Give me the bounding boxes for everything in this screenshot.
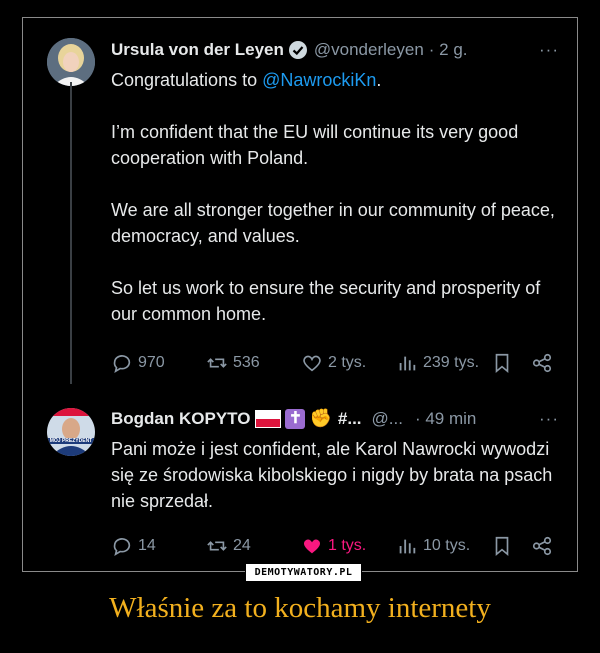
more-options-icon[interactable]: ··· <box>539 40 559 60</box>
tweet-paragraph: Congratulations to @NawrockiKn. <box>111 70 382 90</box>
like-count: 2 tys. <box>328 354 367 371</box>
like-button[interactable]: 2 tys. <box>301 352 366 374</box>
like-count: 1 tys. <box>328 537 367 554</box>
share-button[interactable] <box>531 352 553 374</box>
repost-button[interactable]: 536 <box>206 352 260 374</box>
bookmark-icon <box>495 536 509 557</box>
repost-button[interactable]: 24 <box>206 535 251 557</box>
author-handle[interactable]: @... <box>372 409 403 429</box>
tweet-paragraph: So let us work to ensure the security an… <box>111 278 541 324</box>
bookmark-button[interactable] <box>491 535 513 557</box>
heart-icon <box>303 355 321 372</box>
view-count: 239 tys. <box>423 354 480 371</box>
reply-icon <box>113 355 131 373</box>
watermark: DEMOTYWATORY.PL <box>245 563 362 582</box>
meme-frame: Ursula von der Leyen @vonderleyen · 2 g.… <box>22 17 578 572</box>
reply-count: 14 <box>138 537 156 554</box>
like-button[interactable]: 1 tys. <box>301 535 366 557</box>
view-count: 10 tys. <box>423 537 471 554</box>
tweet-paragraph: We are all stronger together in our comm… <box>111 200 555 246</box>
more-options-icon[interactable]: ··· <box>539 409 559 429</box>
repost-count: 536 <box>233 354 260 371</box>
tweet-text: Pani może i jest confident, ale Karol Na… <box>111 436 559 514</box>
thread-line <box>70 82 72 384</box>
views-icon <box>399 539 416 554</box>
tweet-paragraph: I’m confident that the EU will continue … <box>111 122 519 168</box>
avatar[interactable]: MÓJ PREZYDENT <box>47 408 95 456</box>
repost-icon <box>207 541 227 551</box>
tweet-paragraph: Pani może i jest confident, ale Karol Na… <box>111 439 553 511</box>
cross-icon: ✝ <box>285 408 306 429</box>
avatar[interactable] <box>47 38 95 86</box>
share-icon <box>532 353 552 373</box>
bookmark-icon <box>495 353 509 374</box>
mention-link[interactable]: @NawrockiKn <box>262 70 376 90</box>
tweet-header: Ursula von der Leyen @vonderleyen · 2 g.… <box>111 40 559 60</box>
reply-button[interactable]: 970 <box>111 352 165 374</box>
author-name[interactable]: Bogdan KOPYTO <box>111 409 250 429</box>
share-icon <box>532 536 552 556</box>
avatar-caption: MÓJ PREZYDENT <box>47 438 95 444</box>
views-button[interactable]: 239 tys. <box>396 352 479 374</box>
reply-button[interactable]: 14 <box>111 535 156 557</box>
author-handle[interactable]: @vonderleyen <box>314 40 424 60</box>
fist-icon: ✊ <box>309 408 332 428</box>
name-suffix: #... <box>337 408 362 428</box>
tweet-text: Congratulations to @NawrockiKn. I’m conf… <box>111 67 559 327</box>
verified-badge-icon <box>288 41 307 59</box>
reply-icon <box>113 538 131 556</box>
views-button[interactable]: 10 tys. <box>396 535 470 557</box>
reply-count: 970 <box>138 354 165 371</box>
bookmark-button[interactable] <box>491 352 513 374</box>
tweet-actions: 14 24 1 tys. 10 tys. <box>111 535 559 559</box>
tweet-header: Bogdan KOPYTO ✝ ✊ #... @... · 49 min ··· <box>111 408 559 429</box>
tweet-time[interactable]: · 2 g. <box>429 40 468 60</box>
tweet-actions: 970 536 2 tys. 239 tys. <box>111 352 559 376</box>
share-button[interactable] <box>531 535 553 557</box>
tweet-time[interactable]: · 49 min <box>415 409 476 429</box>
poland-flag-icon <box>255 409 282 428</box>
repost-count: 24 <box>233 537 251 554</box>
repost-icon <box>207 358 227 368</box>
author-name[interactable]: Ursula von der Leyen <box>111 40 284 60</box>
heart-filled-icon <box>304 539 320 554</box>
views-icon <box>399 356 416 371</box>
meme-caption: Właśnie za to kochamy internety <box>109 592 491 624</box>
